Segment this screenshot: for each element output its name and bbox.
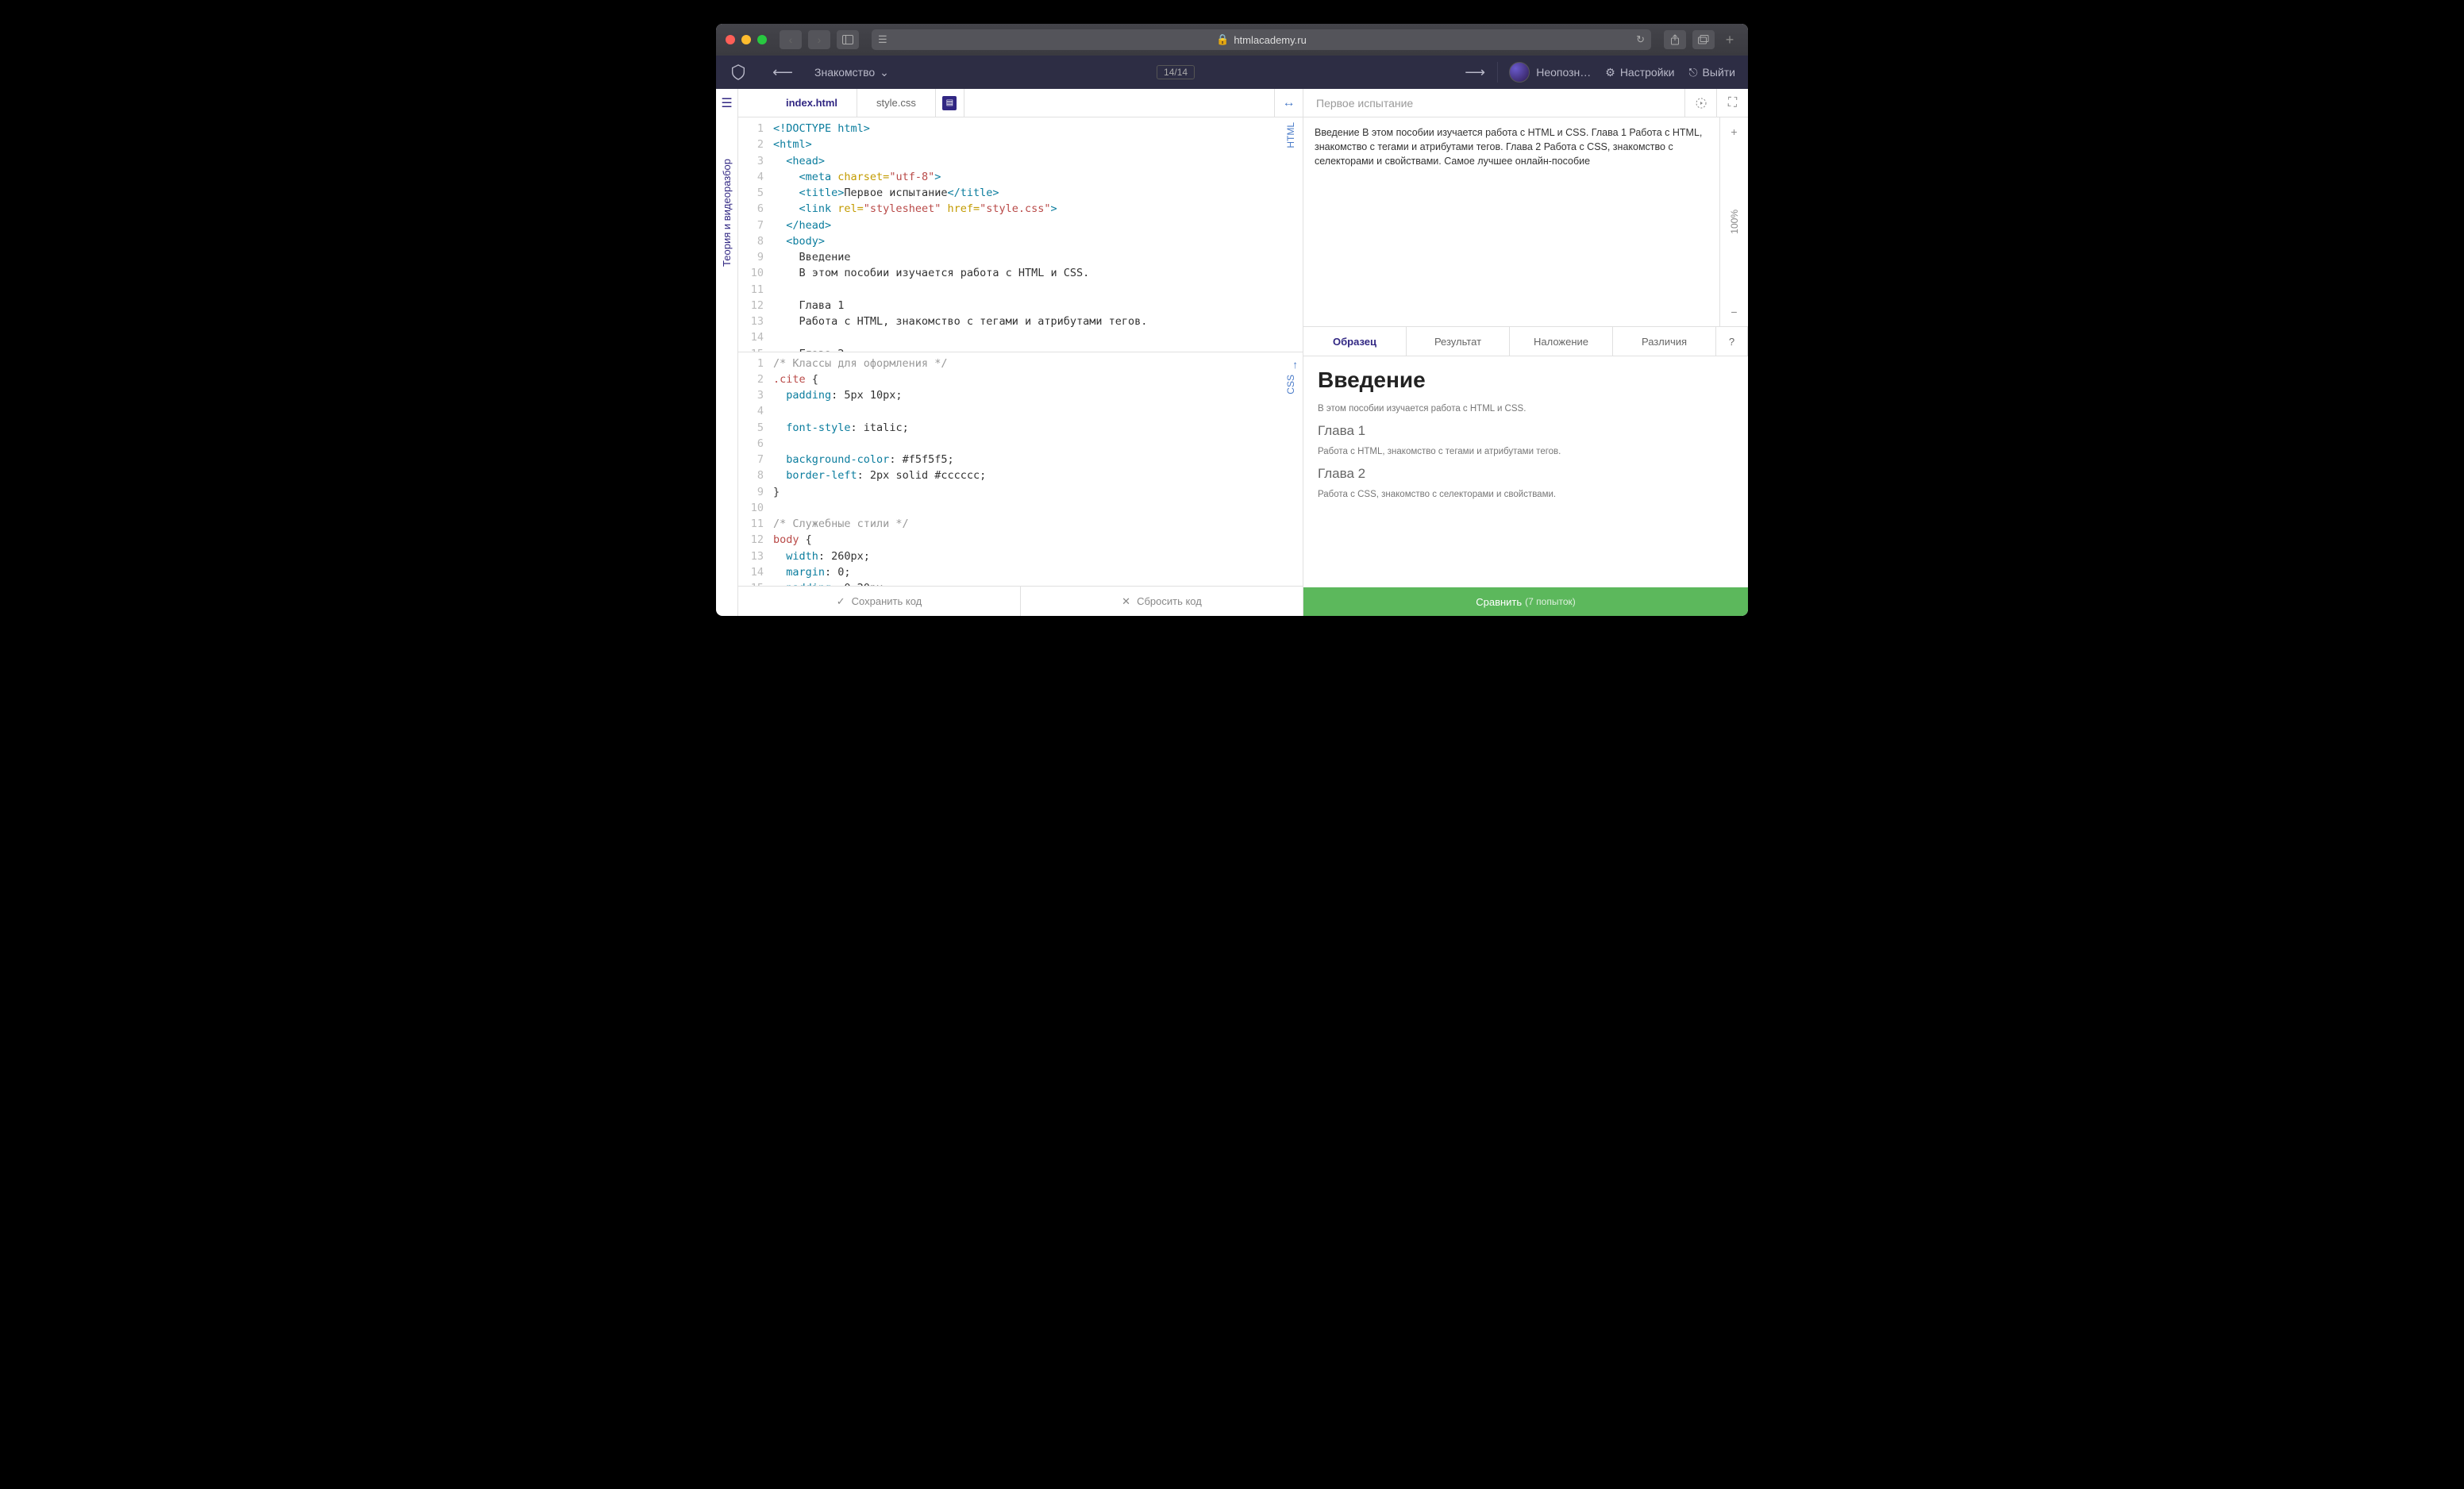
tabs-button[interactable] bbox=[1692, 30, 1715, 49]
avatar bbox=[1509, 62, 1530, 83]
share-button[interactable] bbox=[1664, 30, 1686, 49]
lesson-dropdown[interactable]: Знакомство ⌄ bbox=[805, 66, 899, 79]
tabs-icon bbox=[1698, 35, 1709, 44]
play-circle-icon bbox=[1695, 97, 1707, 110]
css-editor[interactable]: 1234567891011121314151617 /* Классы для … bbox=[738, 352, 1303, 587]
scroll-up-icon[interactable]: ↑ bbox=[1292, 357, 1298, 373]
logout-label: Выйти bbox=[1703, 66, 1735, 79]
app-header: ⟵ Знакомство ⌄ 14/14 ⟶ Неопозн… ⚙ Настро… bbox=[716, 56, 1748, 89]
fullscreen-preview-button[interactable]: ⛶ bbox=[1716, 89, 1748, 117]
left-rail: ☰ Теория и видеоразбор bbox=[716, 89, 738, 616]
reset-label: Сбросить код bbox=[1137, 595, 1202, 607]
menu-icon[interactable]: ☰ bbox=[721, 95, 732, 111]
progress-counter: 14/14 bbox=[1157, 65, 1195, 79]
new-tab-button[interactable]: + bbox=[1721, 32, 1738, 48]
sample-p2: Работа с HTML, знакомство с тегами и атр… bbox=[1318, 445, 1734, 458]
compare-attempts: (7 попыток) bbox=[1525, 596, 1576, 607]
lesson-title: Знакомство bbox=[814, 66, 875, 79]
compare-tabs: Образец Результат Наложение Различия ? bbox=[1303, 326, 1748, 356]
sample-h2b: Глава 2 bbox=[1318, 466, 1734, 482]
settings-label: Настройки bbox=[1620, 66, 1675, 79]
username: Неопозн… bbox=[1536, 66, 1591, 79]
sidebar-toggle-button[interactable] bbox=[837, 30, 859, 49]
tab-sample[interactable]: Образец bbox=[1303, 327, 1407, 356]
css-badge: CSS bbox=[1284, 375, 1298, 394]
expand-editor-button[interactable]: ↔ bbox=[1274, 89, 1303, 117]
zoom-out-button[interactable]: − bbox=[1731, 306, 1737, 318]
preview-title: Первое испытание bbox=[1303, 97, 1684, 110]
shield-icon bbox=[730, 63, 747, 81]
window-controls bbox=[726, 35, 767, 44]
refresh-preview-button[interactable] bbox=[1684, 89, 1716, 117]
gear-icon: ⚙ bbox=[1605, 66, 1615, 79]
forward-button[interactable]: › bbox=[808, 30, 830, 49]
sample-h1: Введение bbox=[1318, 367, 1734, 393]
tab-result[interactable]: Результат bbox=[1407, 327, 1510, 356]
address-bar[interactable]: ☰ 🔒 htmlacademy.ru ↻ bbox=[872, 29, 1651, 50]
logout-icon: ⎋ bbox=[1688, 66, 1697, 79]
editor-footer: ✓ Сохранить код ✕ Сбросить код bbox=[738, 586, 1303, 616]
settings-button[interactable]: ⚙ Настройки bbox=[1605, 66, 1674, 79]
zoom-value: 100% bbox=[1729, 210, 1740, 234]
chevron-down-icon: ⌄ bbox=[880, 66, 889, 79]
html-editor[interactable]: 12345678910111213141516 <!DOCTYPE html> … bbox=[738, 117, 1303, 352]
zoom-controls: + 100% − bbox=[1719, 117, 1748, 326]
close-icon: ✕ bbox=[1122, 595, 1130, 608]
lock-icon: 🔒 bbox=[1216, 33, 1229, 46]
sidebar-icon bbox=[842, 35, 853, 44]
layout-toggle[interactable]: ▤ bbox=[936, 89, 964, 117]
zoom-in-button[interactable]: + bbox=[1731, 125, 1737, 138]
theory-tab[interactable]: Теория и видеоразбор bbox=[721, 159, 733, 267]
sample-view: Введение В этом пособии изучается работа… bbox=[1303, 356, 1748, 587]
preview-output: Введение В этом пособии изучается работа… bbox=[1303, 117, 1719, 326]
html-code[interactable]: <!DOCTYPE html> <html> <head> <meta char… bbox=[770, 117, 1303, 352]
css-gutter: 1234567891011121314151617 bbox=[738, 352, 770, 587]
browser-toolbar: ‹ › ☰ 🔒 htmlacademy.ru ↻ + bbox=[716, 24, 1748, 56]
help-button[interactable]: ? bbox=[1716, 327, 1748, 356]
url-text: htmlacademy.ru bbox=[1234, 34, 1307, 46]
next-lesson-button[interactable]: ⟶ bbox=[1453, 64, 1497, 81]
reset-code-button[interactable]: ✕ Сбросить код bbox=[1021, 587, 1303, 616]
logo[interactable] bbox=[716, 63, 760, 81]
sample-p3: Работа с CSS, знакомство с селекторами и… bbox=[1318, 488, 1734, 501]
reload-icon[interactable]: ↻ bbox=[1636, 33, 1645, 46]
reader-icon[interactable]: ☰ bbox=[878, 33, 887, 46]
maximize-window-button[interactable] bbox=[757, 35, 767, 44]
logout-button[interactable]: ⎋ Выйти bbox=[1688, 66, 1735, 79]
preview-panel: Первое испытание ⛶ Введение В этом пособ… bbox=[1303, 89, 1748, 616]
css-code[interactable]: /* Классы для оформления */ .cite { padd… bbox=[770, 352, 1303, 587]
sample-p1: В этом пособии изучается работа с HTML и… bbox=[1318, 402, 1734, 415]
sample-h2a: Глава 1 bbox=[1318, 423, 1734, 439]
minimize-window-button[interactable] bbox=[741, 35, 751, 44]
save-label: Сохранить код bbox=[852, 595, 922, 607]
tab-index-html[interactable]: index.html bbox=[767, 89, 857, 117]
compare-button[interactable]: Сравнить (7 попыток) bbox=[1303, 587, 1748, 616]
user-menu[interactable]: Неопозн… bbox=[1497, 62, 1591, 83]
tab-overlay[interactable]: Наложение bbox=[1510, 327, 1613, 356]
share-icon bbox=[1670, 34, 1680, 45]
compare-label: Сравнить bbox=[1476, 596, 1522, 608]
check-icon: ✓ bbox=[837, 595, 845, 608]
tab-diff[interactable]: Различия bbox=[1613, 327, 1716, 356]
tab-style-css[interactable]: style.css bbox=[857, 89, 936, 117]
back-button[interactable]: ‹ bbox=[780, 30, 802, 49]
close-window-button[interactable] bbox=[726, 35, 735, 44]
prev-lesson-button[interactable]: ⟵ bbox=[760, 64, 805, 81]
html-badge: HTML bbox=[1284, 122, 1298, 148]
split-icon: ▤ bbox=[942, 96, 957, 110]
html-gutter: 12345678910111213141516 bbox=[738, 117, 770, 352]
save-code-button[interactable]: ✓ Сохранить код bbox=[738, 587, 1021, 616]
editor-tabs: index.html style.css ▤ ↔ bbox=[738, 89, 1303, 117]
